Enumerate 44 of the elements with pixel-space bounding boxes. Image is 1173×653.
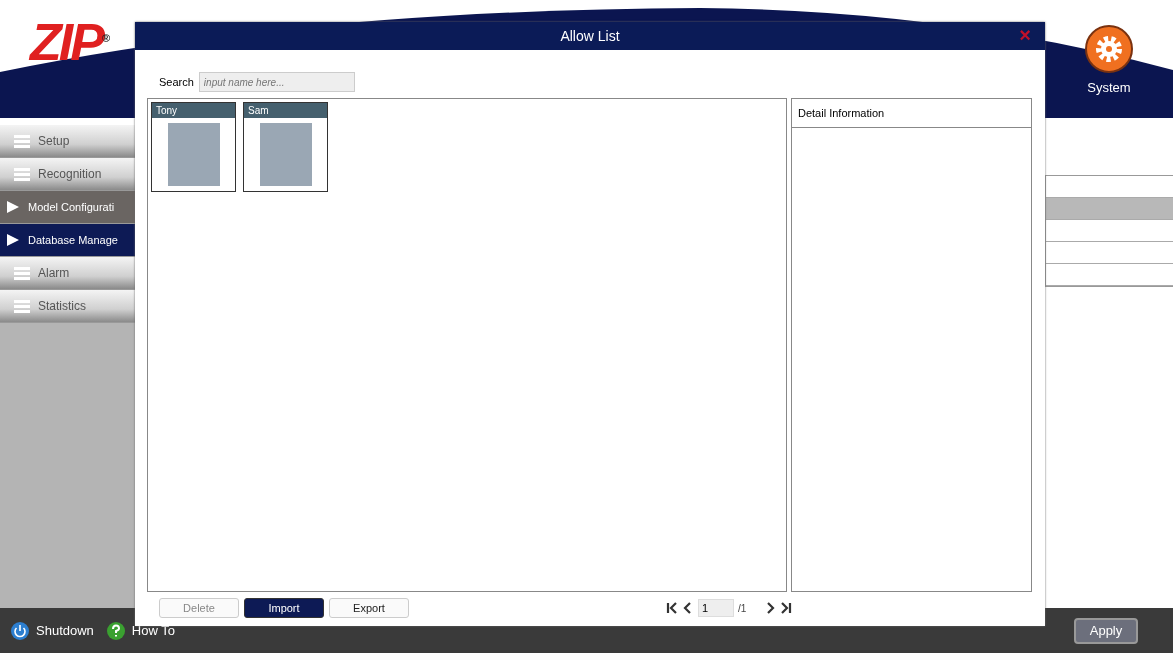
sidebar-item[interactable]: Setup	[0, 125, 135, 158]
sidebar-item-label: Setup	[38, 134, 70, 148]
menu-icon	[14, 299, 30, 313]
shutdown-label[interactable]: Shutdown	[36, 623, 94, 638]
zip-logo: ZIP$^{®}$	[30, 12, 110, 68]
person-card[interactable]: Sam	[243, 102, 328, 192]
how-to-label[interactable]: How To	[131, 623, 175, 638]
sidebar-item[interactable]: Model Configurati	[0, 191, 135, 224]
previous-page-icon[interactable]	[682, 602, 694, 614]
menu-icon	[14, 266, 30, 280]
sidebar-item[interactable]: Database Manage	[0, 224, 135, 257]
photo-placeholder	[259, 123, 312, 186]
menu-icon	[14, 167, 30, 181]
action-button[interactable]: Export	[329, 598, 409, 618]
sidebar-item-label: Model Configurati	[28, 201, 115, 213]
person-card[interactable]: Tony	[151, 102, 236, 192]
sidebar-item-label: Statistics	[38, 299, 86, 313]
sidebar-item-label: Alarm	[38, 266, 70, 280]
next-page-icon[interactable]	[764, 602, 777, 614]
sidebar-item[interactable]: Recognition	[0, 158, 135, 191]
play-triangle-icon	[6, 200, 20, 214]
power-icon[interactable]	[10, 620, 30, 641]
sidebar-item[interactable]: Alarm	[0, 257, 135, 290]
person-name: Tony	[152, 103, 235, 118]
search-field[interactable]: input name here...	[198, 72, 355, 92]
system-label[interactable]: System	[1087, 80, 1131, 95]
sidebar-item-label: Recognition	[38, 167, 102, 181]
person-name: Sam	[244, 103, 327, 118]
search-label: Search	[159, 76, 194, 88]
play-triangle-icon	[6, 233, 20, 247]
first-page-icon[interactable]	[666, 602, 678, 614]
sidebar-item[interactable]: Statistics	[0, 290, 135, 323]
apply-button[interactable]: Apply	[1074, 617, 1138, 644]
gear-icon[interactable]	[1084, 24, 1134, 74]
menu-icon	[14, 134, 30, 148]
action-button[interactable]: Import	[244, 598, 324, 618]
sidebar-item-label: Database Manage	[28, 234, 118, 246]
page-total: /1	[738, 602, 747, 614]
photo-placeholder	[167, 123, 220, 186]
dialog-title: Allow List	[560, 28, 620, 44]
last-page-icon[interactable]	[780, 602, 793, 614]
detail-header: Detail Information	[792, 99, 1031, 128]
help-icon[interactable]	[105, 620, 126, 641]
page-field[interactable]: 1	[698, 599, 734, 617]
